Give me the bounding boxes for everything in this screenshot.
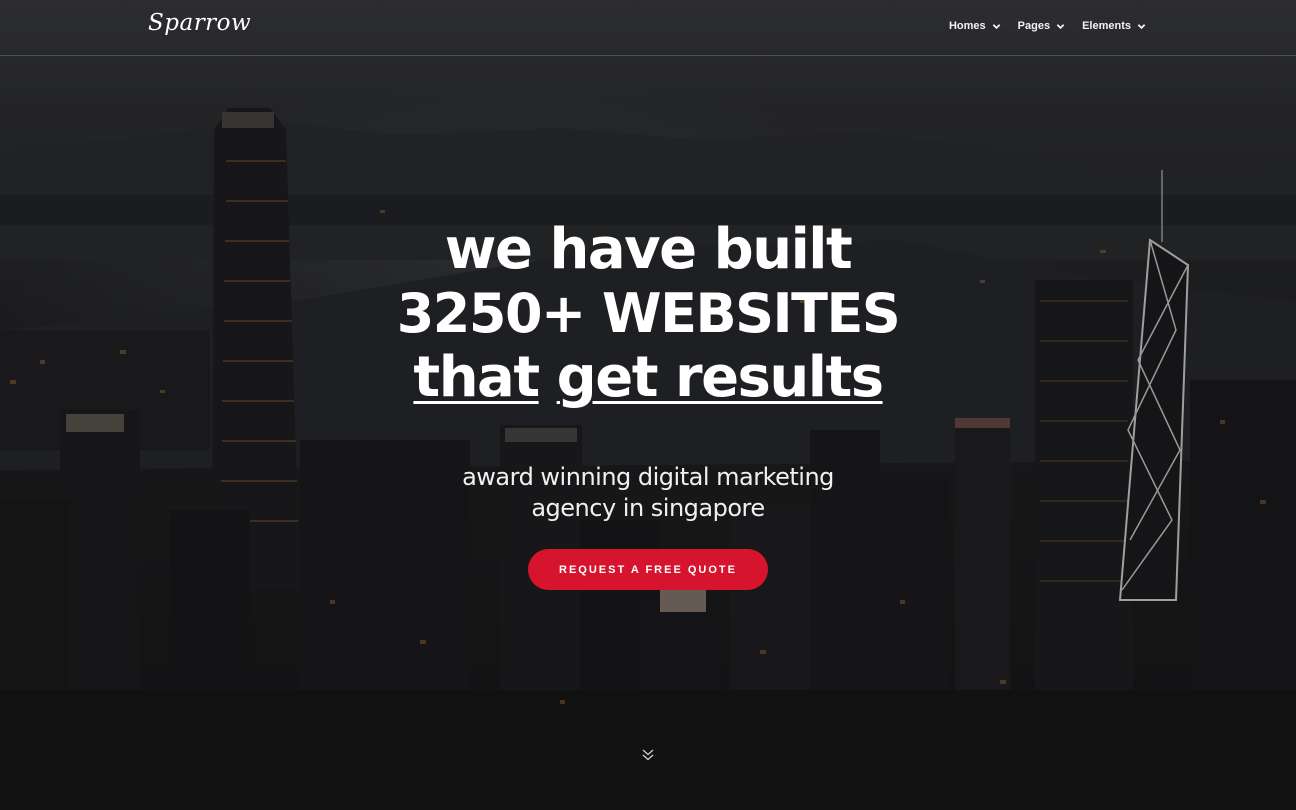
headline-line-3: that get results — [0, 346, 1296, 410]
sparrow-logo[interactable]: Sparrow — [148, 10, 251, 36]
subtitle-line-2: agency in singapore — [531, 494, 765, 522]
top-navigation-bar: Sparrow Homes Pages Elements — [0, 0, 1296, 56]
double-chevron-down-icon[interactable] — [641, 748, 655, 762]
nav-item-elements[interactable]: Elements — [1082, 20, 1146, 32]
nav-item-label: Homes — [948, 20, 986, 32]
chevron-down-icon — [1137, 23, 1146, 29]
nav-item-pages[interactable]: Pages — [1018, 20, 1065, 32]
headline-word-that: that — [413, 345, 540, 410]
hero-headline: we have built 3250+ WEBSITES that get re… — [0, 218, 1296, 410]
nav-item-label: Elements — [1082, 20, 1131, 32]
chevron-down-icon — [1056, 23, 1065, 29]
chevron-down-icon — [992, 23, 1000, 29]
main-nav: Homes Pages Elements — [949, 20, 1146, 32]
nav-item-label: Pages — [1017, 20, 1051, 32]
headline-line-1: we have built — [444, 217, 853, 282]
headline-get-results: get results — [556, 345, 884, 410]
nav-item-homes[interactable]: Homes — [949, 20, 1001, 32]
headline-line-2: 3250+ WEBSITES — [396, 282, 901, 345]
request-quote-button[interactable]: REQUEST A FREE QUOTE — [528, 549, 768, 590]
hero-subtitle: award winning digital marketing agency i… — [0, 462, 1296, 524]
subtitle-line-1: award winning digital marketing — [462, 463, 834, 491]
